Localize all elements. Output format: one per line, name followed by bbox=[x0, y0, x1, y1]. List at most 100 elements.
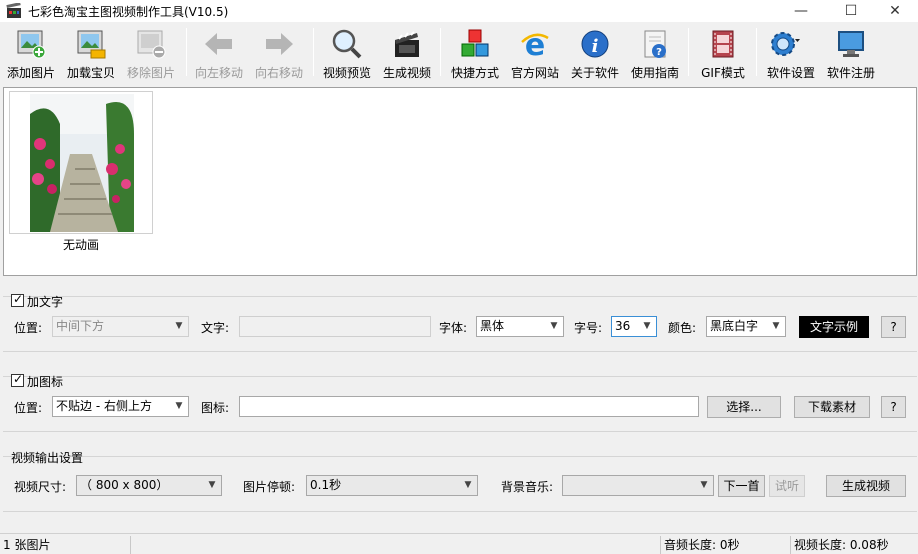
text-sample-button[interactable]: 文字示例 bbox=[799, 316, 869, 338]
icon-settings-group: 加图标 位置: 不贴边 - 右侧上方 ▼ 图标: 选择... 下载素材 ? bbox=[3, 372, 917, 432]
gif-mode-button[interactable]: GIF模式 bbox=[696, 28, 750, 80]
video-size-value: （ 800 x 800） bbox=[80, 478, 169, 492]
text-settings-group: 加文字 位置: 中间下方 ▼ 文字: 字体: 黑体 ▼ 字号: 36 ▼ 颜色:… bbox=[3, 292, 917, 352]
text-position-label: 位置: bbox=[14, 321, 43, 335]
remove-image-button[interactable]: 移除图片 bbox=[124, 28, 178, 80]
add-icon-checkbox[interactable] bbox=[11, 372, 24, 387]
background-music-label: 背景音乐: bbox=[501, 480, 554, 494]
monitor-icon bbox=[838, 31, 864, 57]
close-button[interactable]: ✕ bbox=[872, 0, 918, 22]
image-thumbnail[interactable] bbox=[9, 91, 153, 234]
garden-path-photo bbox=[30, 94, 134, 232]
add-icon-label: 加图标 bbox=[27, 375, 64, 389]
film-clapper-icon bbox=[395, 31, 419, 57]
chevron-down-icon: ▼ bbox=[208, 480, 216, 490]
video-length-status: 视频长度: 0.08秒 bbox=[790, 536, 918, 554]
color-label: 颜色: bbox=[668, 321, 697, 335]
chevron-down-icon: ▼ bbox=[550, 321, 558, 331]
official-site-button[interactable]: e 官方网站 bbox=[508, 28, 562, 80]
icon-position-value: 不贴边 - 右侧上方 bbox=[56, 399, 152, 413]
icon-position-label: 位置: bbox=[14, 401, 43, 415]
load-item-button[interactable]: 加载宝贝 bbox=[64, 28, 118, 80]
icon-help-button[interactable]: ? bbox=[881, 396, 906, 418]
remove-image-icon bbox=[137, 30, 166, 59]
settings-label: 软件设置 bbox=[766, 66, 815, 80]
official-site-label: 官方网站 bbox=[510, 66, 559, 80]
generate-video-button[interactable]: 生成视频 bbox=[826, 475, 906, 497]
video-size-select[interactable]: （ 800 x 800） ▼ bbox=[76, 475, 222, 496]
choose-icon-button[interactable]: 选择... bbox=[707, 396, 781, 418]
remove-image-label: 移除图片 bbox=[126, 66, 175, 80]
svg-text:?: ? bbox=[656, 47, 662, 58]
add-image-label: 添加图片 bbox=[6, 66, 55, 80]
svg-text:e: e bbox=[525, 28, 545, 60]
maximize-button[interactable]: ☐ bbox=[828, 0, 874, 22]
load-item-icon bbox=[77, 30, 106, 59]
add-text-checkbox[interactable] bbox=[11, 292, 24, 307]
shortcut-button[interactable]: 快捷方式 bbox=[448, 28, 502, 80]
toolbar-separator bbox=[313, 28, 314, 76]
generate-video-toolbar-button[interactable]: 生成视频 bbox=[380, 28, 434, 80]
image-pause-label: 图片停顿: bbox=[243, 480, 296, 494]
font-value: 黑体 bbox=[480, 319, 505, 333]
load-item-label: 加载宝贝 bbox=[66, 66, 115, 80]
listen-button[interactable]: 试听 bbox=[769, 475, 805, 497]
toolbar: 添加图片 加载宝贝 移除图片 向左移动 向右移动 视频预览 生成视频 快捷方式 … bbox=[0, 22, 918, 82]
cubes-icon bbox=[461, 29, 489, 57]
chevron-down-icon: ▼ bbox=[464, 480, 472, 490]
svg-text:i: i bbox=[592, 36, 599, 57]
move-right-button[interactable]: 向右移动 bbox=[252, 28, 306, 80]
about-button[interactable]: i 关于软件 bbox=[568, 28, 622, 80]
browser-e-icon: e bbox=[521, 28, 549, 60]
audio-length-status: 音频长度: 0秒 bbox=[660, 536, 788, 554]
image-count-status: 1 张图片 bbox=[3, 538, 51, 552]
download-material-button[interactable]: 下载素材 bbox=[794, 396, 870, 418]
icon-path-label: 图标: bbox=[201, 401, 230, 415]
font-select[interactable]: 黑体 ▼ bbox=[476, 316, 564, 337]
film-clapper-icon bbox=[6, 3, 21, 18]
gif-mode-label: GIF模式 bbox=[701, 66, 745, 80]
filmstrip-icon bbox=[712, 30, 734, 58]
video-size-label: 视频尺寸: bbox=[14, 480, 67, 494]
image-pause-select[interactable]: 0.1秒 ▼ bbox=[306, 475, 478, 496]
minimize-button[interactable]: — bbox=[778, 0, 824, 22]
font-size-label: 字号: bbox=[574, 321, 603, 335]
chevron-down-icon: ▼ bbox=[175, 321, 183, 331]
move-left-button[interactable]: 向左移动 bbox=[192, 28, 246, 80]
preview-video-button[interactable]: 视频预览 bbox=[320, 28, 374, 80]
arrow-left-icon bbox=[205, 33, 232, 55]
register-button[interactable]: 软件注册 bbox=[824, 28, 878, 80]
text-position-select[interactable]: 中间下方 ▼ bbox=[52, 316, 189, 337]
text-content-input[interactable] bbox=[239, 316, 431, 337]
add-image-icon bbox=[17, 30, 46, 59]
image-list-area[interactable]: 无动画 bbox=[3, 87, 917, 276]
background-music-select[interactable]: ▼ bbox=[562, 475, 714, 496]
text-content-label: 文字: bbox=[201, 321, 230, 335]
color-value: 黑底白字 bbox=[710, 319, 759, 333]
font-size-select[interactable]: 36 ▼ bbox=[611, 316, 657, 337]
generate-video-label: 生成视频 bbox=[382, 66, 431, 80]
magnifier-icon bbox=[332, 29, 362, 59]
chevron-down-icon: ▼ bbox=[643, 321, 651, 331]
register-label: 软件注册 bbox=[826, 66, 875, 80]
chevron-down-icon: ▼ bbox=[772, 321, 780, 331]
info-icon: i bbox=[581, 30, 609, 58]
thumbnail-caption: 无动画 bbox=[62, 238, 99, 252]
settings-button[interactable]: 软件设置 bbox=[762, 28, 820, 80]
next-track-button[interactable]: 下一首 bbox=[718, 475, 765, 497]
icon-position-select[interactable]: 不贴边 - 右侧上方 ▼ bbox=[52, 396, 189, 417]
add-text-label: 加文字 bbox=[27, 295, 64, 309]
status-spacer bbox=[130, 536, 660, 554]
toolbar-separator bbox=[440, 28, 441, 76]
text-help-button[interactable]: ? bbox=[881, 316, 906, 338]
image-pause-value: 0.1秒 bbox=[310, 478, 342, 492]
toolbar-separator bbox=[186, 28, 187, 76]
icon-path-input[interactable] bbox=[239, 396, 699, 417]
toolbar-separator bbox=[688, 28, 689, 76]
color-select[interactable]: 黑底白字 ▼ bbox=[706, 316, 786, 337]
font-label: 字体: bbox=[439, 321, 468, 335]
output-settings-group: 视频输出设置 视频尺寸: （ 800 x 800） ▼ 图片停顿: 0.1秒 ▼… bbox=[3, 451, 917, 512]
guide-button[interactable]: ? 使用指南 bbox=[628, 28, 682, 80]
gear-icon bbox=[771, 32, 800, 56]
add-image-button[interactable]: 添加图片 bbox=[4, 28, 58, 80]
